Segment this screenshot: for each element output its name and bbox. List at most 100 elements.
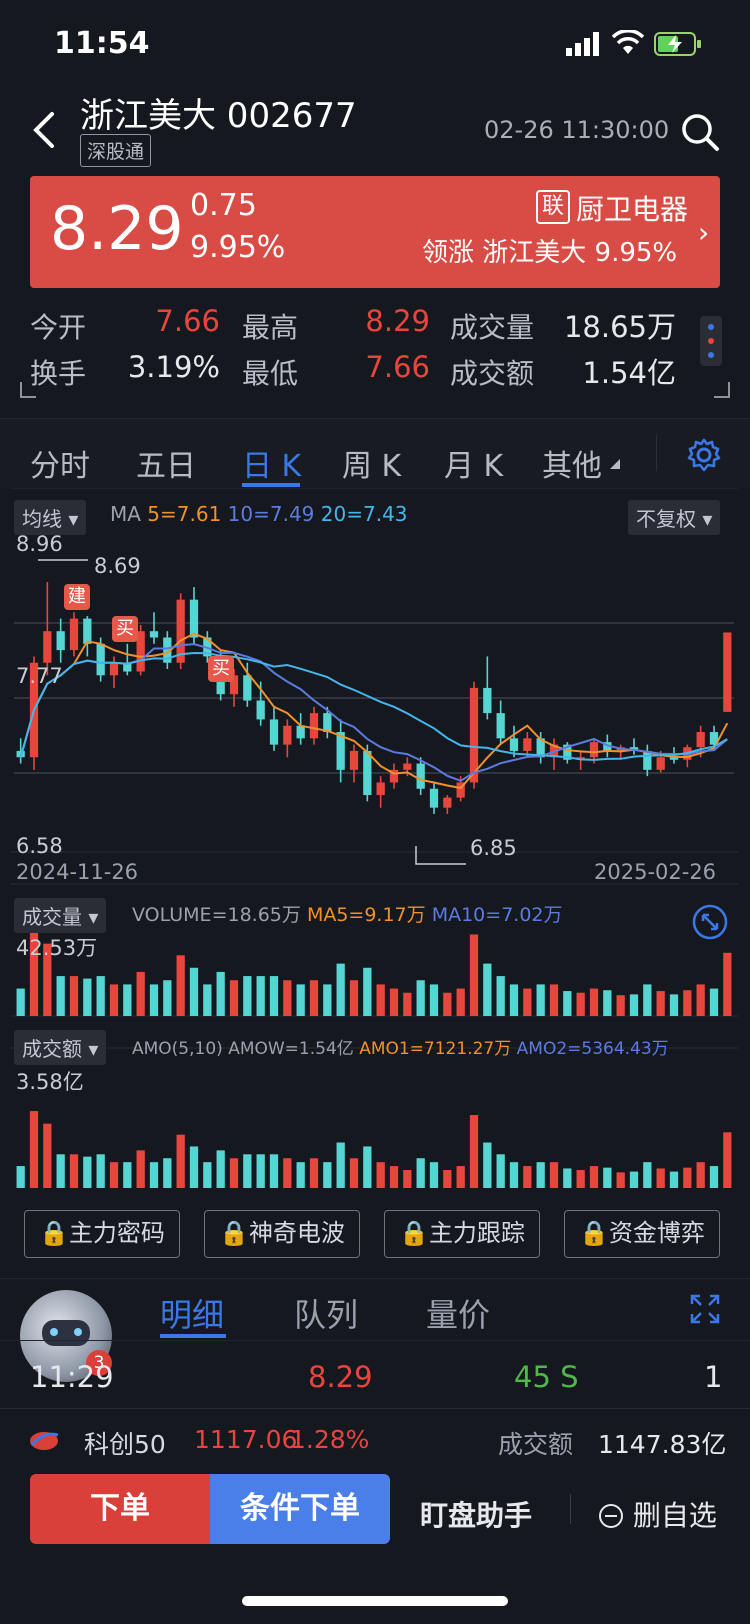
volume-bar xyxy=(523,988,532,1016)
volume-bar xyxy=(643,984,652,1016)
date-start: 2024-11-26 xyxy=(16,860,139,884)
ma-legend: MA 5=7.61 10=7.49 20=7.43 xyxy=(110,502,408,526)
expand-icon[interactable] xyxy=(692,904,728,940)
adjust-select[interactable]: 不复权 ▾ xyxy=(628,500,721,535)
tab-other[interactable]: 其他 xyxy=(542,441,602,485)
stat-value: 18.65万 xyxy=(563,310,676,344)
amount-bar xyxy=(29,1111,39,1188)
amount-bar xyxy=(523,1166,532,1188)
kline-svg xyxy=(10,488,738,1188)
amount-bar xyxy=(616,1172,625,1188)
last-price: 8.29 xyxy=(50,194,184,264)
back-arrow-icon[interactable] xyxy=(24,108,64,152)
more-dots-icon[interactable] xyxy=(700,316,722,366)
volume-bar xyxy=(496,976,505,1016)
chevron-right-icon[interactable]: › xyxy=(698,216,709,249)
fullscreen-icon[interactable] xyxy=(690,1294,720,1324)
volume-bar xyxy=(296,984,305,1016)
chart-background xyxy=(10,488,738,1188)
kline-chart[interactable]: 均线 ▾ MA 5=7.61 10=7.49 20=7.43 不复权 ▾ 8.9… xyxy=(0,488,750,1188)
tab-five-day[interactable]: 五日 xyxy=(136,441,196,485)
amount-bar xyxy=(416,1158,425,1188)
amount-bar xyxy=(96,1154,105,1188)
feature-button-fund-game[interactable]: 🔒资金博弈 xyxy=(564,1210,720,1258)
candle-body xyxy=(349,750,359,770)
tab-volume-price[interactable]: 量价 xyxy=(426,1290,490,1336)
tab-monthly-k[interactable]: 月 K xyxy=(444,441,503,485)
conditional-order-button[interactable]: 条件下单 xyxy=(210,1474,390,1544)
build-marker[interactable]: 建 xyxy=(64,584,90,610)
sector-name[interactable]: 厨卫电器 xyxy=(576,188,688,228)
volume-bar xyxy=(416,980,425,1016)
index-bar[interactable]: 科创50 1117.06 1.28% 成交额 1147.83亿 xyxy=(0,1408,750,1472)
amount-bar xyxy=(589,1166,599,1188)
volume-bar xyxy=(203,984,212,1016)
home-indicator xyxy=(242,1596,508,1606)
amount-bar xyxy=(536,1162,545,1188)
gear-icon[interactable] xyxy=(686,437,722,473)
trade-volume: 45 S xyxy=(514,1360,579,1394)
volume-select[interactable]: 成交量 ▾ xyxy=(14,898,107,933)
amount-bar xyxy=(136,1150,145,1188)
amount-bar xyxy=(216,1150,225,1188)
amount-bar xyxy=(456,1166,465,1188)
candle-body xyxy=(416,763,425,789)
stat-value: 8.29 xyxy=(365,304,430,338)
candle-body xyxy=(83,618,92,644)
volume-bar xyxy=(389,988,399,1016)
watch-assistant-button[interactable]: 盯盘助手 xyxy=(420,1494,532,1534)
amount-bar xyxy=(656,1168,665,1188)
y-axis-bottom: 6.58 xyxy=(16,834,63,858)
volume-bar xyxy=(323,984,332,1016)
amount-bar xyxy=(269,1154,279,1188)
amount-bar xyxy=(603,1167,612,1188)
y-axis-mid: 7.77 xyxy=(16,664,63,688)
expand-corner-left xyxy=(20,382,36,398)
candle-body xyxy=(283,725,292,745)
candle-body xyxy=(109,662,119,676)
index-value: 1117.06 xyxy=(194,1425,298,1454)
stat-value: 7.66 xyxy=(365,350,430,384)
volume-bar xyxy=(563,991,572,1016)
candle-body xyxy=(496,713,505,739)
feature-button-magic-wave[interactable]: 🔒神奇电波 xyxy=(204,1210,360,1258)
remove-watchlist-button[interactable]: 删自选 xyxy=(598,1494,717,1534)
price-change: 0.75 xyxy=(190,188,257,223)
candle-body xyxy=(56,631,65,651)
amount-max: 3.58亿 xyxy=(16,1070,84,1094)
volume-bar xyxy=(56,976,65,1016)
volume-bar xyxy=(509,984,519,1016)
order-button[interactable]: 下单 xyxy=(30,1474,210,1544)
amount-select[interactable]: 成交额 ▾ xyxy=(14,1030,107,1065)
trade-count: 1 xyxy=(704,1360,723,1394)
candle-body xyxy=(296,725,305,739)
candle-body xyxy=(189,599,199,638)
volume-bar xyxy=(549,984,559,1016)
price-change-pct: 9.95% xyxy=(190,230,286,265)
volume-bar xyxy=(69,976,79,1016)
amount-bar xyxy=(283,1158,292,1188)
price-banner[interactable]: 8.29 0.75 9.95% 联 厨卫电器 领涨 浙江美大 9.95% › xyxy=(30,176,720,288)
buy-marker[interactable]: 买 xyxy=(112,616,138,642)
buy-marker[interactable]: 买 xyxy=(208,656,234,682)
amount-bar xyxy=(549,1162,559,1188)
tab-intraday[interactable]: 分时 xyxy=(30,441,90,485)
amount-bar xyxy=(376,1162,385,1188)
amount-bar xyxy=(149,1162,159,1188)
volume-bar xyxy=(696,984,705,1016)
candle-body xyxy=(363,750,372,796)
tab-daily-k[interactable]: 日 K xyxy=(242,441,301,485)
tab-detail[interactable]: 明细 xyxy=(160,1290,224,1336)
detail-tab-underline xyxy=(160,1334,226,1338)
tab-weekly-k[interactable]: 周 K xyxy=(342,441,401,485)
ma-select[interactable]: 均线 ▾ xyxy=(14,500,87,535)
amount-bar xyxy=(683,1167,692,1188)
feature-button-main-code[interactable]: 🔒主力密码 xyxy=(24,1210,180,1258)
amount-bar xyxy=(629,1171,639,1188)
low-label: 6.85 xyxy=(470,836,517,860)
search-icon[interactable] xyxy=(680,112,720,152)
feature-button-main-track[interactable]: 🔒主力跟踪 xyxy=(384,1210,540,1258)
sector-link-tag: 联 xyxy=(536,190,570,224)
tab-queue[interactable]: 队列 xyxy=(294,1290,358,1336)
volume-bar xyxy=(16,988,25,1016)
